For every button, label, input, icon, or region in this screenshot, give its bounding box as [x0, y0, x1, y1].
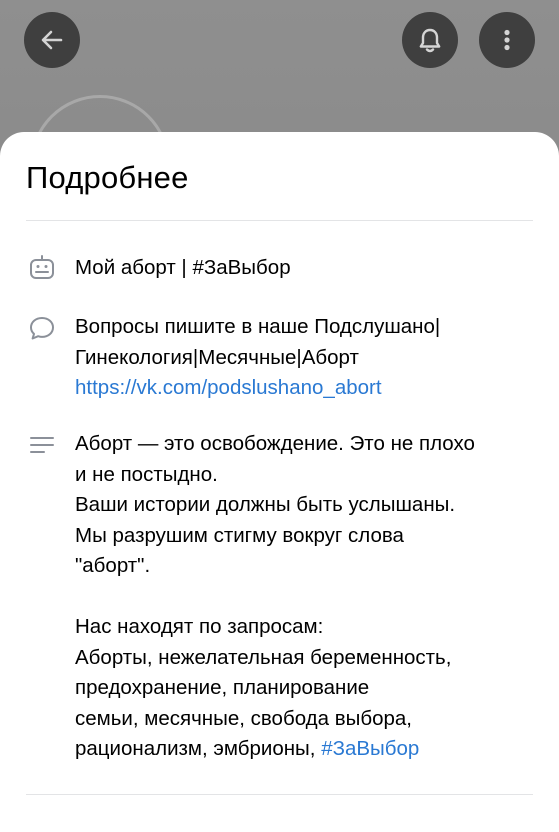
description-line: Аборт — это освобождение. Это не плохо [75, 432, 475, 455]
description-line: и не постыдно. [75, 462, 218, 486]
bottom-divider [26, 794, 533, 795]
status-text: Мой аборт | #ЗаВыбор [75, 253, 539, 284]
more-options-button[interactable] [479, 12, 535, 68]
bell-icon [419, 28, 441, 53]
title-divider [26, 220, 533, 221]
more-vertical-icon [504, 29, 510, 51]
description-line: Ваши истории должны быть услышаны. [75, 493, 456, 516]
search-last-line: рационализм, эмбрионы, #ЗаВыбор [75, 734, 539, 765]
sheet-title: Подробнее [26, 160, 189, 195]
description-text: Аборт — это освобождение. Это не плохо и… [75, 429, 539, 765]
search-last-text: рационализм, эмбрионы, [75, 737, 322, 760]
back-button[interactable] [24, 12, 80, 68]
notifications-button[interactable] [402, 12, 458, 68]
hashtag-link[interactable]: #ЗаВыбор [321, 737, 419, 760]
search-line: Аборты, нежелательная беременность, [75, 645, 452, 669]
community-link[interactable]: https://vk.com/podslushano_abort [75, 373, 539, 404]
contact-line-2: Гинекология|Месячные|Аборт [75, 345, 359, 369]
status-line: Мой аборт | #ЗаВыбор [75, 256, 291, 279]
status-badge-icon [30, 255, 54, 279]
description-line: Мы разрушим стигму вокруг слова [75, 523, 404, 547]
text-lines-icon [30, 437, 54, 453]
arrow-left-icon [41, 30, 63, 50]
search-line: семьи, месячные, свобода выбора, [75, 706, 412, 730]
details-sheet: Подробнее Мой аборт | #ЗаВыбор Вопросы п… [0, 132, 559, 832]
chat-bubble-icon [30, 317, 54, 340]
search-title: Нас находят по запросам: [75, 615, 324, 638]
contact-text: Вопросы пишите в наше Подслушано| Гинеко… [75, 312, 539, 404]
description-line: "аборт". [75, 554, 151, 577]
contact-line-1: Вопросы пишите в наше Подслушано| [75, 315, 441, 338]
search-line: предохранение, планирование [75, 676, 370, 699]
